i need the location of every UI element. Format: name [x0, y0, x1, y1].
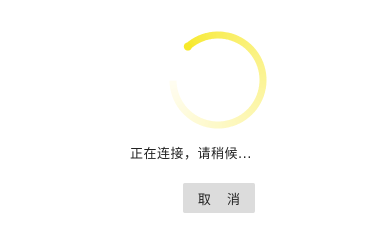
spinner-graphic	[169, 31, 267, 129]
status-message: 正在连接，请稍候...	[130, 147, 252, 162]
loading-spinner-icon	[163, 30, 273, 130]
cancel-button[interactable]: 取 消	[183, 183, 255, 213]
connecting-dialog: 正在连接，请稍候... 取 消	[0, 0, 382, 221]
spinner-head-dot	[183, 42, 192, 51]
